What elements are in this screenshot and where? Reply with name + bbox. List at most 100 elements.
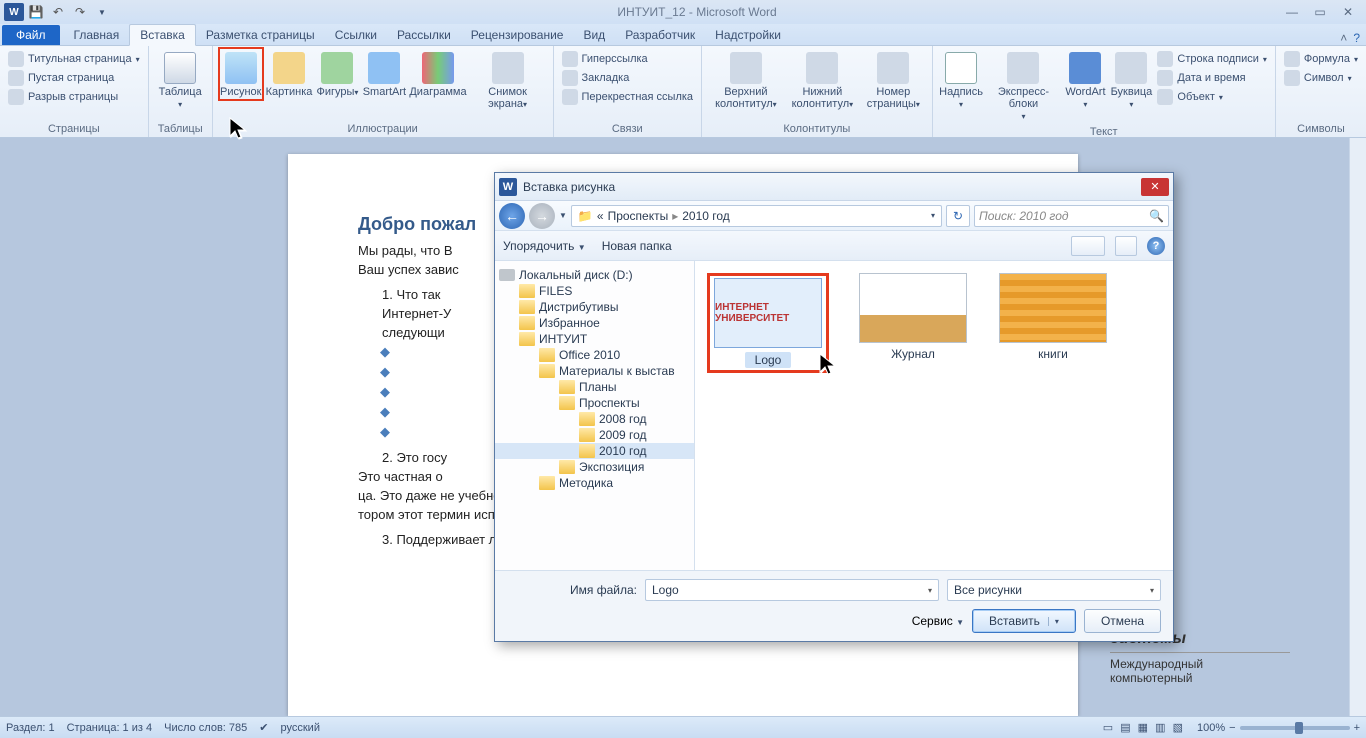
picture-icon [225,52,257,84]
chevron-down-icon[interactable]: ▾ [931,211,935,220]
crossref-button[interactable]: Перекрестная ссылка [560,88,696,106]
folder-icon [579,412,595,426]
zoom-control[interactable]: 100% − + [1197,722,1360,734]
blank-page-button[interactable]: Пустая страница [6,69,142,87]
dropcap-button[interactable]: Буквица▾ [1109,48,1153,113]
clipart-button[interactable]: Картинка [265,48,314,100]
dialog-toolbar: Упорядочить ▼ Новая папка ? [495,231,1173,261]
search-input[interactable]: Поиск: 2010 год 🔍 [974,205,1169,227]
chart-button[interactable]: Диаграмма [409,48,467,100]
status-language[interactable]: русский [281,722,320,734]
breadcrumb-item[interactable]: 2010 год [682,209,730,223]
tab-file[interactable]: Файл [2,25,60,45]
forward-button[interactable]: → [529,203,555,229]
quickparts-button[interactable]: Экспресс-блоки▾ [985,48,1061,125]
table-button[interactable]: Таблица▾ [155,48,206,113]
screenshot-button[interactable]: Снимок экрана▾ [469,48,547,113]
wordart-button[interactable]: WordArt▾ [1063,48,1107,113]
symbol-button[interactable]: Символ▾ [1282,69,1360,87]
filename-input[interactable]: Logo▾ [645,579,939,601]
shapes-button[interactable]: Фигуры▾ [315,48,359,101]
object-button[interactable]: Объект▾ [1155,88,1268,106]
close-button[interactable]: ✕ [1338,5,1358,19]
tab-mailings[interactable]: Рассылки [387,25,461,45]
status-page[interactable]: Страница: 1 из 4 [67,722,153,734]
pagenum-button[interactable]: Номер страницы▾ [861,48,925,113]
refresh-button[interactable]: ↻ [946,205,970,227]
file-thumb-logo[interactable]: ИНТЕРНЕТ УНИВЕРСИТЕТ Logo [712,278,824,368]
equation-button[interactable]: Формула▾ [1282,50,1360,68]
newfolder-button[interactable]: Новая папка [602,239,672,253]
cancel-button[interactable]: Отмена [1084,609,1161,633]
header-button[interactable]: Верхний колонтитул▾ [708,48,784,113]
tab-addins[interactable]: Надстройки [705,25,791,45]
tab-developer[interactable]: Разработчик [615,25,705,45]
folder-icon [579,428,595,442]
undo-icon[interactable]: ↶ [48,3,68,21]
search-icon[interactable]: 🔍 [1149,209,1164,223]
zoom-in-icon[interactable]: + [1354,722,1360,734]
group-tables: Таблица▾ Таблицы [149,46,213,137]
title-bar: W 💾 ↶ ↷ ▼ ИНТУИТ_12 - Microsoft Word ― ▭… [0,0,1366,24]
cover-page-button[interactable]: Титульная страница▾ [6,50,142,68]
organize-button[interactable]: Упорядочить ▼ [503,239,586,253]
minimize-button[interactable]: ― [1282,5,1302,19]
picture-button[interactable]: Рисунок [219,48,263,100]
hyperlink-button[interactable]: Гиперссылка [560,50,696,68]
page-break-button[interactable]: Разрыв страницы [6,88,142,106]
dialog-close-button[interactable]: ✕ [1141,178,1169,196]
smartart-button[interactable]: SmartArt [362,48,408,100]
folder-icon [559,396,575,410]
status-section[interactable]: Раздел: 1 [6,722,55,734]
tab-insert[interactable]: Вставка [129,24,196,46]
redo-icon[interactable]: ↷ [70,3,90,21]
word-icon: W [499,178,517,196]
save-icon[interactable]: 💾 [26,3,46,21]
textbox-button[interactable]: Надпись▾ [939,48,984,113]
zoom-out-icon[interactable]: − [1229,722,1235,734]
vertical-scrollbar[interactable] [1349,138,1366,716]
folder-tree[interactable]: Локальный диск (D:) FILES Дистрибутивы И… [495,261,695,570]
dialog-titlebar[interactable]: W Вставка рисунка ✕ [495,173,1173,201]
file-caption: Журнал [891,347,935,361]
help-icon[interactable]: ? [1353,31,1360,45]
status-words[interactable]: Число слов: 785 [164,722,247,734]
breadcrumb-item[interactable]: Проспекты [608,209,669,223]
datetime-button[interactable]: Дата и время [1155,69,1268,87]
restore-button[interactable]: ▭ [1310,5,1330,19]
help-icon[interactable]: ? [1147,237,1165,255]
group-label-illustrations: Иллюстрации [219,122,547,137]
ribbon-minimize-icon[interactable]: ˄ [1340,31,1347,45]
signature-button[interactable]: Строка подписи▾ [1155,50,1268,68]
view-mode-button[interactable] [1071,236,1105,256]
filter-dropdown[interactable]: Все рисунки▾ [947,579,1161,601]
qat-dropdown-icon[interactable]: ▼ [92,3,112,21]
preview-pane-button[interactable] [1115,236,1137,256]
tab-review[interactable]: Рецензирование [461,25,574,45]
tab-home[interactable]: Главная [64,25,130,45]
folder-icon [539,348,555,362]
zoom-slider[interactable] [1240,726,1350,730]
file-thumb-books[interactable]: книги [997,273,1109,361]
group-illustrations: Рисунок Картинка Фигуры▾ SmartArt Диагра… [213,46,554,137]
quickparts-icon [1007,52,1039,84]
insert-button[interactable]: Вставить▾ [972,609,1076,633]
dialog-title: Вставка рисунка [523,180,1141,194]
tab-view[interactable]: Вид [573,25,615,45]
thumbnail-image [999,273,1107,343]
back-button[interactable]: ← [499,203,525,229]
breadcrumb[interactable]: 📁 « Проспекты ▸ 2010 год ▾ [571,205,942,227]
window-controls: ― ▭ ✕ [1282,5,1362,19]
file-thumb-journal[interactable]: Журнал [857,273,969,361]
bookmark-button[interactable]: Закладка [560,69,696,87]
status-spellcheck-icon[interactable]: ✔ [259,721,268,734]
history-dropdown-icon[interactable]: ▼ [559,211,567,220]
footer-button[interactable]: Нижний колонтитул▾ [786,48,859,113]
folder-icon [519,332,535,346]
tools-dropdown[interactable]: Сервис ▼ [912,614,964,628]
file-list[interactable]: ИНТЕРНЕТ УНИВЕРСИТЕТ Logo Журнал книги [695,261,1173,570]
tab-pagelayout[interactable]: Разметка страницы [196,25,325,45]
view-buttons[interactable]: ▭ ▤ ▦ ▥ ▧ [1103,721,1185,734]
tab-references[interactable]: Ссылки [325,25,387,45]
thumbnail-image: ИНТЕРНЕТ УНИВЕРСИТЕТ [714,278,822,348]
